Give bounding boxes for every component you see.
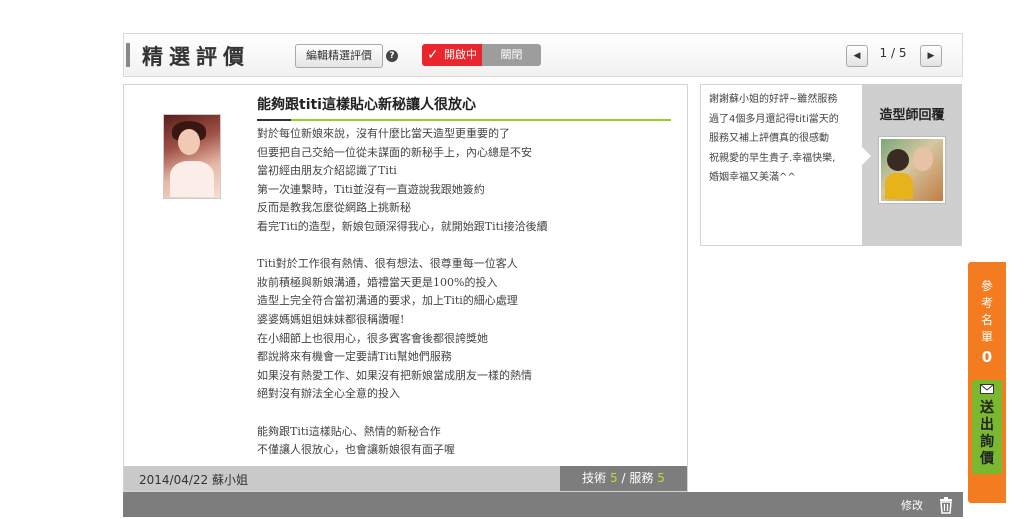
section-header: 精選評價 編輯精選評價 ? ✓ 開啟中 關閉 ◀ 1 / 5 ▶ <box>123 33 963 77</box>
reference-list-label[interactable]: 參考名單 <box>980 278 994 346</box>
send-inquiry-label: 送出詢價 <box>980 400 994 467</box>
header-accent <box>126 43 130 67</box>
reply-text: 謝謝蘇小姐的好評~雖然服務 過了4個多月還記得titi當天的 服務又補上評價真的很感… <box>709 90 859 188</box>
review-scores: 技術 5 / 服務 5 <box>560 466 687 491</box>
reference-count: 0 <box>981 348 993 366</box>
review-date-author: 2014/04/22 蘇小姐 <box>139 473 248 487</box>
skill-score: 5 <box>610 471 618 485</box>
stylist-reply-side: 造型師回覆 <box>862 84 962 246</box>
toggle-off-option[interactable]: 關閉 <box>482 44 541 66</box>
review-footer: 2014/04/22 蘇小姐 技術 5 / 服務 5 <box>124 466 687 491</box>
mail-icon <box>980 384 994 394</box>
review-line: 不僅讓人很放心，也會讓新娘很有面子喔 <box>257 443 455 457</box>
review-body: 對於每位新娘來說，沒有什麼比當天造型更重要的了但要把自己交給一位從未謀面的新秘手… <box>257 125 677 460</box>
stylist-avatar <box>879 137 945 203</box>
action-bar: 修改 <box>123 492 963 517</box>
review-line: 能夠跟Titi這樣貼心、熱情的新秘合作 <box>257 424 441 438</box>
help-icon[interactable]: ? <box>386 50 398 62</box>
toggle-on-label: 開啟中 <box>444 48 477 61</box>
review-title: 能夠跟titi這樣貼心新秘讓人很放心 <box>257 97 476 113</box>
toggle-on-option[interactable]: ✓ 開啟中 <box>422 44 482 66</box>
review-line: 但要把自己交給一位從未謀面的新秘手上，內心總是不安 <box>257 145 532 159</box>
review-line-gap <box>257 404 677 423</box>
review-line: 對於每位新娘來說，沒有什麼比當天造型更重要的了 <box>257 127 510 140</box>
reviewer-photo <box>163 114 221 199</box>
review-card: 能夠跟titi這樣貼心新秘讓人很放心 對於每位新娘來說，沒有什麼比當天造型更重要… <box>123 84 688 492</box>
review-line-gap <box>257 237 677 256</box>
prev-page-button[interactable]: ◀ <box>846 45 868 67</box>
send-inquiry-button[interactable]: 送出詢價 <box>972 380 1002 474</box>
review-line: 造型上完全符合當初溝通的要求，加上Titi的細心處理 <box>257 294 518 308</box>
review-line: 第一次連繫時，Titi並沒有一直遊說我跟她簽約 <box>257 182 485 196</box>
next-page-button[interactable]: ▶ <box>920 45 942 67</box>
stylist-reply: 謝謝蘇小姐的好評~雖然服務 過了4個多月還記得titi當天的 服務又補上評價真的很感… <box>700 84 863 246</box>
stylist-reply-label: 造型師回覆 <box>879 108 945 123</box>
page-indicator: 1 / 5 <box>879 46 907 60</box>
reviews-panel: 精選評價 編輯精選評價 ? ✓ 開啟中 關閉 ◀ 1 / 5 ▶ 能夠跟titi… <box>123 33 963 517</box>
review-line: 絕對沒有辦法全心全意的投入 <box>257 387 400 401</box>
floating-side-panel: 參考名單 0 送出詢價 <box>968 262 1006 503</box>
reply-line: 過了4個多月還記得titi當天的 <box>709 113 839 125</box>
check-icon: ✓ <box>427 47 439 63</box>
section-title: 精選評價 <box>142 45 250 69</box>
review-line: 如果沒有熱愛工作、如果沒有把新娘當成朋友一樣的熱情 <box>257 368 532 382</box>
service-score: 5 <box>657 471 665 485</box>
title-underline <box>257 119 671 121</box>
reply-pointer <box>862 147 871 165</box>
review-line: 在小細節上也很用心，很多賓客會後都很誇獎她 <box>257 331 488 345</box>
review-line: 看完Titi的造型，新娘包頭深得我心，就開始跟Titi接洽後續 <box>257 219 548 233</box>
trash-icon[interactable] <box>937 496 955 514</box>
edit-link[interactable]: 修改 <box>901 497 923 513</box>
edit-featured-reviews-button[interactable]: 編輯精選評價 <box>295 44 383 68</box>
service-label: 服務 <box>629 471 654 485</box>
review-line: 妝前積極與新娘溝通，婚禮當天更是100%的投入 <box>257 275 498 289</box>
score-separator: / <box>621 471 626 485</box>
reply-line: 謝謝蘇小姐的好評~雖然服務 <box>709 94 838 105</box>
skill-label: 技術 <box>582 471 607 485</box>
review-line: 都說將來有機會一定要請Titi幫她們服務 <box>257 350 452 364</box>
review-line: Titi對於工作很有熱情、很有想法、很尊重每一位客人 <box>257 257 518 271</box>
review-line: 反而是教我怎麼從網路上挑新秘 <box>257 201 411 215</box>
reply-line: 服務又補上評價真的很感動 <box>709 133 829 144</box>
reply-line: 祝親愛的早生貴子.幸福快樂, <box>709 152 836 164</box>
review-line: 婆婆媽媽姐姐妹妹都很稱讚喔! <box>257 312 405 326</box>
featured-toggle[interactable]: ✓ 開啟中 關閉 <box>422 44 541 66</box>
review-line: 當初經由朋友介紹認識了Titi <box>257 164 397 178</box>
reply-line: 婚姻幸福又美滿^^ <box>709 172 796 183</box>
